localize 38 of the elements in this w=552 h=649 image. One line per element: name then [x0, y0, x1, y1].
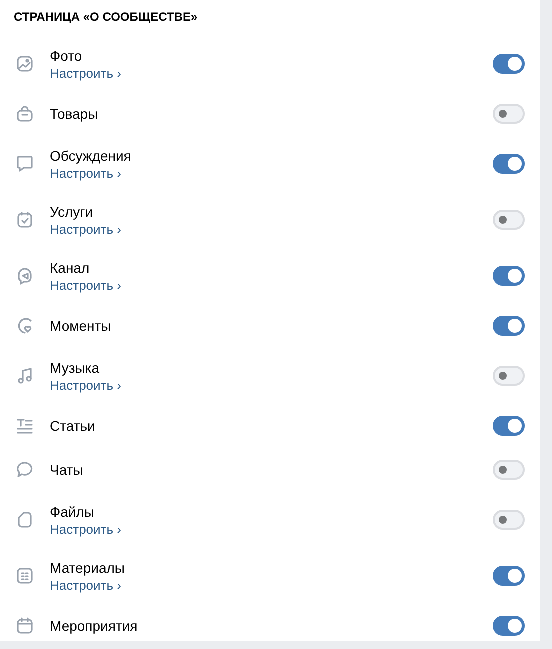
configure-link[interactable]: Настроить ›: [50, 220, 122, 238]
toggle-switch[interactable]: [493, 54, 525, 74]
toggle-switch[interactable]: [493, 266, 525, 286]
document-icon: [16, 511, 34, 529]
item-label: Моменты: [50, 317, 112, 335]
toggle-switch[interactable]: [493, 154, 525, 174]
item-label: Услуги: [50, 202, 94, 220]
grid-list-icon: [16, 567, 34, 585]
item-label: Канал: [50, 258, 90, 276]
item-label: Статьи: [50, 417, 96, 435]
toggle-switch[interactable]: [493, 566, 525, 586]
section-title: СТРАНИЦА «О СООБЩЕСТВЕ»: [13, 9, 199, 26]
bag-icon: [16, 105, 34, 123]
heart-icon: [16, 317, 34, 335]
article-icon: [16, 417, 34, 435]
toggle-switch[interactable]: [493, 416, 525, 436]
configure-link[interactable]: Настроить ›: [50, 64, 122, 82]
configure-link[interactable]: Настроить ›: [50, 164, 122, 182]
item-label: Товары: [50, 105, 98, 123]
speech-bubble-icon: [16, 155, 34, 173]
item-label: Материалы: [50, 558, 125, 576]
calendar-icon: [16, 617, 34, 635]
picture-icon: [16, 55, 34, 73]
configure-link[interactable]: Настроить ›: [50, 520, 122, 538]
item-label: Музыка: [50, 358, 100, 376]
item-label: Фото: [50, 46, 82, 64]
item-label: Чаты: [50, 461, 84, 479]
toggle-switch[interactable]: [493, 316, 525, 336]
chat-bubble-icon: [16, 461, 34, 479]
item-label: Мероприятия: [50, 617, 138, 635]
toggle-switch[interactable]: [493, 616, 525, 636]
configure-link[interactable]: Настроить ›: [50, 376, 122, 394]
configure-link[interactable]: Настроить ›: [50, 576, 122, 594]
calendar-check-icon: [16, 211, 34, 229]
item-label: Файлы: [50, 502, 94, 520]
configure-link[interactable]: Настроить ›: [50, 276, 122, 294]
item-label: Обсуждения: [50, 146, 132, 164]
music-note-icon: [16, 367, 34, 385]
